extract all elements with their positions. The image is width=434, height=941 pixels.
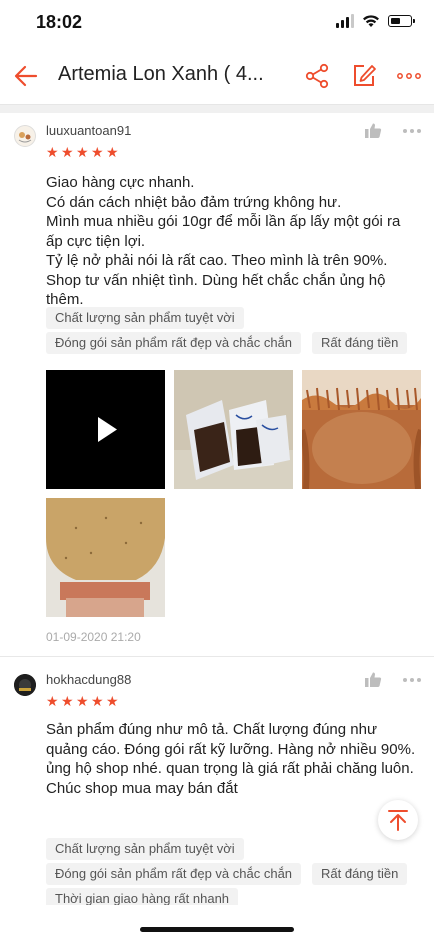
review-text: Giao hàng cực nhanh. Có dán cách nhiệt b… xyxy=(46,174,401,308)
review-tag: Rất đáng tiền xyxy=(312,863,408,885)
bottom-safe-area xyxy=(0,905,434,941)
review-video-thumbnail[interactable] xyxy=(46,370,165,489)
header-bar: Artemia Lon Xanh ( 4... xyxy=(0,48,434,105)
star-icon: ★ xyxy=(46,693,59,709)
star-icon: ★ xyxy=(46,144,59,160)
wifi-icon xyxy=(363,15,379,27)
star-icon: ★ xyxy=(91,144,104,160)
review-card: hokhacdung88 ★ ★ ★ ★ ★ Sản phẩm đúng như… xyxy=(0,657,434,917)
star-icon: ★ xyxy=(106,693,119,709)
edit-icon[interactable] xyxy=(351,63,377,89)
status-bar: 18:02 xyxy=(0,0,434,48)
star-icon: ★ xyxy=(91,693,104,709)
more-dots-icon[interactable] xyxy=(402,128,422,134)
section-gap xyxy=(0,105,434,113)
username: luuxuantoan91 xyxy=(46,123,132,138)
star-icon: ★ xyxy=(106,144,119,160)
star-icon: ★ xyxy=(76,144,89,160)
avatar-image xyxy=(14,674,36,696)
avatar[interactable] xyxy=(14,125,36,147)
page-title: Artemia Lon Xanh ( 4... xyxy=(58,63,264,85)
status-time: 18:02 xyxy=(36,12,83,32)
cellular-signal-icon xyxy=(336,14,354,28)
star-rating: ★ ★ ★ ★ ★ xyxy=(46,693,119,709)
review-tag: Rất đáng tiền xyxy=(312,332,408,354)
status-icons xyxy=(336,14,415,28)
star-icon: ★ xyxy=(61,144,74,160)
star-rating: ★ ★ ★ ★ ★ xyxy=(46,144,119,160)
review-tag: Đóng gói sản phẩm rất đẹp và chắc chắn xyxy=(46,332,302,354)
photo-packets-image xyxy=(174,370,293,489)
arrow-left-icon[interactable] xyxy=(12,62,40,90)
star-icon: ★ xyxy=(76,693,89,709)
avatar-image xyxy=(14,125,36,147)
review-card: luuxuantoan91 ★ ★ ★ ★ ★ Giao hàng cực nh… xyxy=(0,113,434,653)
home-indicator[interactable] xyxy=(140,927,294,932)
review-photo[interactable] xyxy=(46,498,165,617)
arrow-up-icon xyxy=(388,810,408,831)
star-icon: ★ xyxy=(61,693,74,709)
review-tag: Chất lượng sản phẩm tuyệt vời xyxy=(46,307,244,329)
thumbs-up-icon[interactable] xyxy=(364,122,382,140)
scroll-to-top-button[interactable] xyxy=(378,800,418,840)
review-tag: Đóng gói sản phẩm rất đẹp và chắc chắn xyxy=(46,863,302,885)
thumbs-up-icon[interactable] xyxy=(364,671,382,689)
photo-bottle-image xyxy=(46,498,165,617)
share-icon[interactable] xyxy=(304,63,330,89)
more-dots-icon[interactable] xyxy=(402,677,422,683)
review-photo[interactable] xyxy=(174,370,293,489)
review-text: Sản phẩm đúng như mô tả. Chất lượng đúng… xyxy=(46,721,416,797)
photo-hatching-jar-image xyxy=(302,370,421,489)
play-icon xyxy=(98,417,117,442)
username: hokhacdung88 xyxy=(46,672,132,687)
review-photo[interactable] xyxy=(302,370,421,489)
avatar[interactable] xyxy=(14,674,36,696)
battery-icon xyxy=(388,15,415,27)
more-dots-icon[interactable] xyxy=(396,63,422,89)
review-tag: Chất lượng sản phẩm tuyệt vời xyxy=(46,838,244,860)
review-date: 01-09-2020 21:20 xyxy=(46,630,141,644)
